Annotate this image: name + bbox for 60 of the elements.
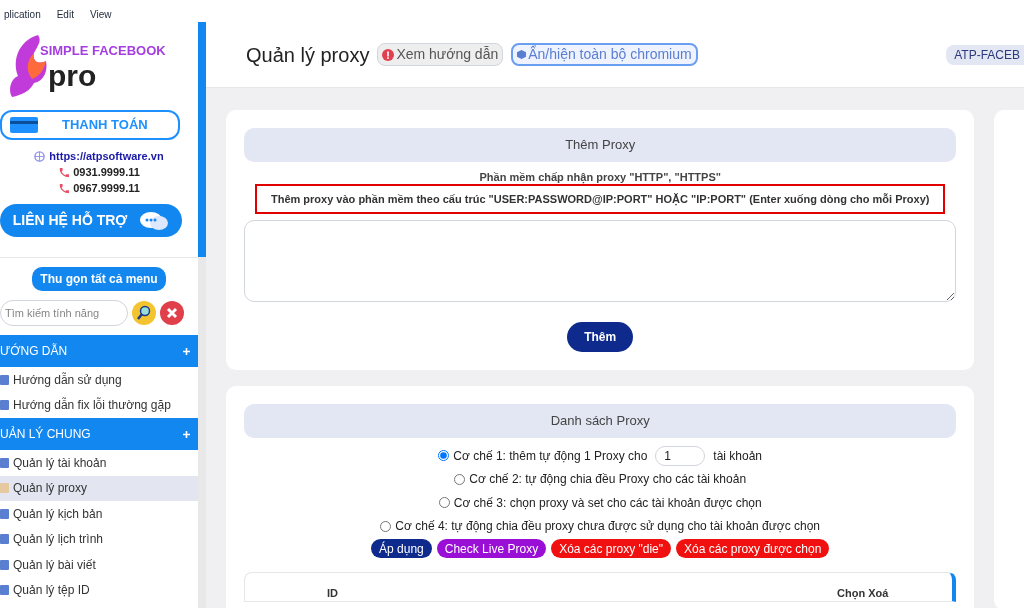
column-header: ID xyxy=(327,585,338,601)
note-text: Phần mềm chấp nhận proxy "HTTP", "HTTPS" xyxy=(479,170,721,184)
mechanism-radio[interactable] xyxy=(438,497,450,509)
menu-item[interactable]: Edit xyxy=(56,7,74,22)
toggle-chromium-button[interactable]: Ẩn/hiện toàn bộ chromium xyxy=(511,43,698,66)
proxy-input[interactable] xyxy=(244,220,957,302)
phone-icon xyxy=(58,182,70,194)
info-icon xyxy=(382,48,395,61)
add-button[interactable]: Thêm xyxy=(567,322,634,352)
close-icon[interactable] xyxy=(160,301,184,325)
collapse-menu-button[interactable]: Thu gọn tất cả menu xyxy=(32,267,166,291)
menu-item-icon xyxy=(0,457,9,468)
phone-icon xyxy=(58,166,70,178)
mechanism-radio[interactable] xyxy=(454,473,466,485)
chat-bubbles-icon xyxy=(139,210,170,231)
section-header[interactable]: ƯỚNG DẪN xyxy=(0,335,198,367)
card-title: Thêm Proxy xyxy=(244,128,957,162)
option-label: Cơ chế 1: thêm tự động 1 Proxy cho xyxy=(453,447,648,465)
option-label: Cơ chế 2: tự động chia đều Proxy cho các tài khoản xyxy=(469,471,747,489)
menu-item-icon xyxy=(0,534,9,545)
cube-icon xyxy=(517,50,527,59)
menu-item-icon xyxy=(0,374,9,385)
action-button[interactable]: Xóa các proxy được chọn xyxy=(676,539,830,558)
menu-item-icon xyxy=(0,400,9,411)
phone-number: 0931.9999.11 xyxy=(73,165,140,180)
instruction-text: Thêm proxy vào phần mềm theo cấu trúc "USER:PASSWORD@IP:PORT" HOẶC "IP:PORT" (Enter xuống dòng cho mỗi Proxy) xyxy=(255,184,946,214)
expand-icon[interactable] xyxy=(183,347,190,355)
scrollbar-thumb[interactable] xyxy=(198,22,206,257)
website-link[interactable]: https://atpsoftware.vn xyxy=(49,148,164,164)
option-label: Cơ chế 3: chọn proxy và set cho các tài khoản được chọn xyxy=(453,494,762,512)
support-button[interactable]: LIÊN HỆ HỖ TRỢ xyxy=(0,204,182,237)
action-button[interactable]: Áp dụng xyxy=(371,539,432,558)
menu-item-icon xyxy=(0,508,9,519)
card-title: Danh sách Proxy xyxy=(244,404,957,438)
account-count-field[interactable]: 1 xyxy=(655,445,706,466)
phone-number: 0967.9999.11 xyxy=(73,181,140,196)
mechanism-radio[interactable] xyxy=(438,450,450,462)
page-title: Quản lý proxy xyxy=(246,42,370,68)
option-suffix: tài khoản xyxy=(713,447,763,465)
mechanism-radio[interactable] xyxy=(380,520,392,532)
action-button[interactable]: Check Live Proxy xyxy=(436,539,547,558)
column-header: Chọn Xoá xyxy=(837,585,889,601)
guide-button[interactable]: Xem hướng dẫn xyxy=(377,43,504,66)
menu-item-icon xyxy=(0,483,9,494)
menu-item[interactable]: plication xyxy=(4,7,41,22)
section-header[interactable]: UẢN LÝ CHUNG xyxy=(0,418,198,450)
logo-title: SIMPLE FACEBOOK xyxy=(40,42,166,61)
menu-item-icon xyxy=(0,585,9,596)
option-label: Cơ chế 4: tự động chia đều proxy chưa được sử dụng cho tài khoản được chọn xyxy=(395,518,821,536)
profile-badge: ATP-FACEB xyxy=(946,44,1024,65)
action-button[interactable]: Xóa các proxy "die" xyxy=(551,539,672,558)
sidebar-item[interactable]: Quản lý proxy xyxy=(0,475,198,501)
credit-card-icon xyxy=(10,117,38,133)
logo-subtitle: pro xyxy=(48,60,98,91)
globe-icon xyxy=(34,150,46,162)
menu-item[interactable]: View xyxy=(89,7,112,22)
menu-item-icon xyxy=(0,559,9,570)
search-icon[interactable] xyxy=(132,301,156,325)
search-field[interactable]: Tìm kiếm tính năng xyxy=(0,300,128,326)
expand-icon[interactable] xyxy=(183,430,190,438)
